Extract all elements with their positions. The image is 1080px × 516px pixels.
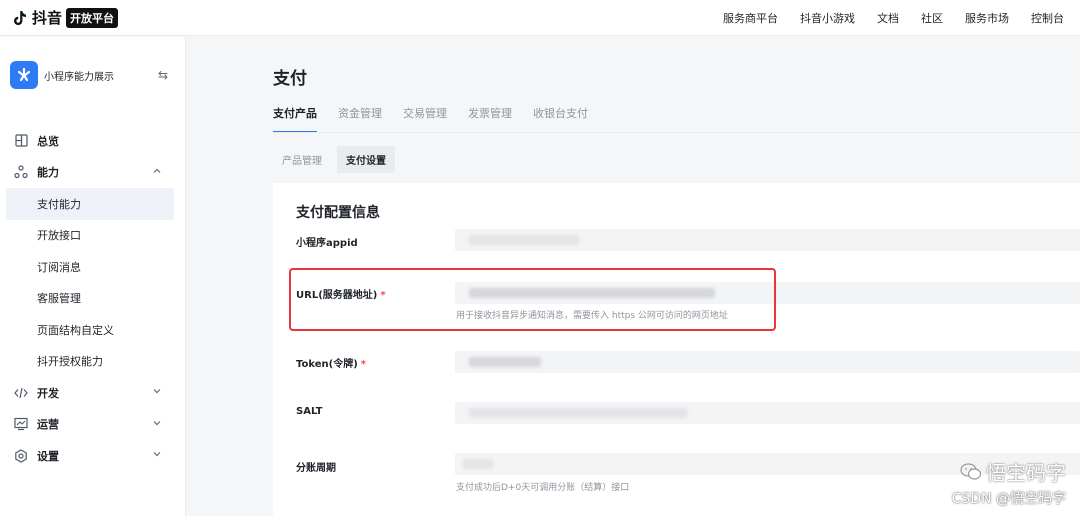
chevron-down-icon [152,449,164,461]
tab-invoice-management[interactable]: 发票管理 [468,105,512,133]
sidebar: 小程序能力展示 ⇆ 总览 能力 支付能力 开放接口 订阅消息 客服管理 页面结构… [0,37,186,516]
required-mark: * [360,359,367,370]
chevron-up-icon [152,166,164,178]
main-tabs: 支付产品 资金管理 交易管理 发票管理 收银台支付 [273,105,588,133]
token-label: Token(令牌) * [296,355,366,370]
nav-service-platform[interactable]: 服务商平台 [723,10,778,26]
sidebar-item-label: 抖开授权能力 [37,355,103,369]
app-icon [10,61,38,89]
watermark-text-2: CSDN @悟空码字 [951,491,1066,507]
nav-console[interactable]: 控制台 [1031,10,1064,26]
chevron-down-icon [152,386,164,398]
chart-icon [14,417,28,431]
sidebar-item-label: 运营 [37,418,59,432]
sidebar-menu: 总览 能力 支付能力 开放接口 订阅消息 客服管理 页面结构自定义 抖开授权能力 [0,125,186,472]
sidebar-item-label: 开放接口 [37,229,81,243]
sidebar-item-settings[interactable]: 设置 [0,440,186,472]
logo[interactable]: 抖音 开放平台 [10,7,119,28]
nav-mini-games[interactable]: 抖音小游戏 [800,10,855,26]
field-label-text: 小程序appid [296,238,358,249]
settlement-period-hint: 支付成功后D+0天可调用分账（结算）接口 [456,483,630,493]
swap-icon[interactable]: ⇆ [156,68,170,82]
page-title: 支付 [273,69,307,89]
field-label-text: 分账周期 [296,463,336,474]
sidebar-item-capability[interactable]: 能力 [0,157,186,189]
field-label-text: Token(令牌) [296,359,358,370]
app-selector[interactable]: 小程序能力展示 ⇆ [10,59,170,91]
settings-icon [14,449,28,463]
tab-transaction-management[interactable]: 交易管理 [403,105,447,133]
dashboard-icon [14,134,28,148]
nav-docs[interactable]: 文档 [877,10,899,26]
redacted-value [469,235,579,245]
tab-cashier-payment[interactable]: 收银台支付 [533,105,588,133]
sidebar-item-label: 开发 [37,386,59,400]
sidebar-item-subscribe-msg[interactable]: 订阅消息 [0,251,186,283]
tab-fund-management[interactable]: 资金管理 [338,105,382,133]
sidebar-item-develop[interactable]: 开发 [0,377,186,409]
salt-label: SALT [296,406,322,417]
red-highlight-box [289,268,776,331]
wechat-icon [960,462,982,480]
sidebar-item-label: 能力 [37,166,59,180]
redacted-value [463,459,493,469]
sidebar-item-open-api[interactable]: 开放接口 [0,220,186,252]
logo-text: 抖音 [32,9,63,27]
sidebar-item-payment[interactable]: 支付能力 [6,188,174,220]
main-content: 支付 支付产品 资金管理 交易管理 发票管理 收银台支付 产品管理 支付设置 支… [187,37,1080,516]
sidebar-item-customer-service[interactable]: 客服管理 [0,283,186,315]
redacted-value [469,357,541,367]
appid-label: 小程序appid [296,234,358,249]
top-nav: 服务商平台 抖音小游戏 文档 社区 服务市场 控制台 [723,0,1064,36]
sidebar-item-label: 页面结构自定义 [37,323,114,337]
sidebar-item-auth[interactable]: 抖开授权能力 [0,346,186,378]
sidebar-item-label: 订阅消息 [37,260,81,274]
sidebar-item-label: 总览 [37,134,59,148]
watermark-wechat: 悟空码字 [952,457,1066,486]
sidebar-item-label: 设置 [37,449,59,463]
subtab-product-management[interactable]: 产品管理 [273,146,331,173]
app-name: 小程序能力展示 [44,71,114,83]
sidebar-item-label: 客服管理 [37,292,81,306]
capability-icon [14,165,28,179]
code-icon [14,386,28,400]
chevron-down-icon [152,418,164,430]
redacted-value [469,408,687,418]
watermark-text-1: 悟空码字 [986,461,1066,485]
logo-badge: 开放平台 [66,7,119,28]
settlement-period-label: 分账周期 [296,459,336,474]
salt-field[interactable] [455,402,1080,424]
subtab-payment-settings[interactable]: 支付设置 [337,146,395,173]
token-field[interactable] [455,351,1080,373]
nav-community[interactable]: 社区 [921,10,943,26]
panel-title: 支付配置信息 [296,205,380,221]
tab-payment-products[interactable]: 支付产品 [273,105,317,133]
top-bar: 抖音 开放平台 服务商平台 抖音小游戏 文档 社区 服务市场 控制台 [0,0,1080,36]
sub-tabs: 产品管理 支付设置 [273,146,395,173]
sidebar-item-label: 支付能力 [37,197,81,211]
nav-service-market[interactable]: 服务市场 [965,10,1009,26]
sidebar-item-operation[interactable]: 运营 [0,409,186,441]
tabs-divider [273,132,1080,133]
appid-field[interactable] [455,229,1080,251]
watermark: 悟空码字 CSDN @悟空码字 [952,457,1066,508]
tiktok-logo-icon [14,10,26,25]
asterisk-icon [17,67,31,82]
sidebar-item-page-structure[interactable]: 页面结构自定义 [0,314,186,346]
field-label-text: SALT [296,406,323,417]
sidebar-item-overview[interactable]: 总览 [0,125,186,157]
